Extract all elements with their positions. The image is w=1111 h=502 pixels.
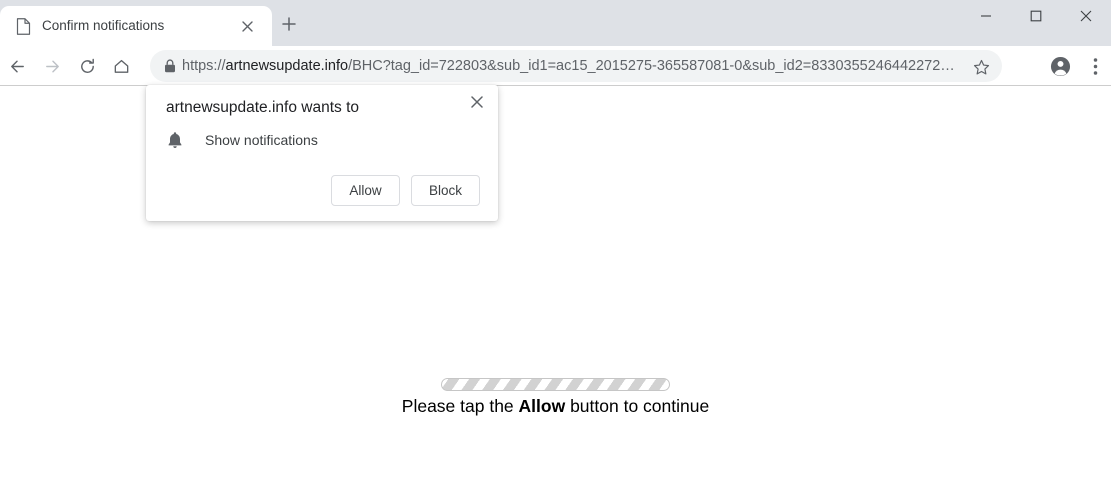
three-dots-icon — [1093, 57, 1097, 75]
permission-row: Show notifications — [166, 130, 318, 150]
window-controls — [961, 0, 1111, 32]
browser-tab[interactable]: Confirm notifications — [0, 6, 272, 46]
reload-button[interactable] — [73, 52, 101, 80]
bookmark-star-icon[interactable] — [970, 56, 992, 78]
lock-icon[interactable] — [162, 58, 178, 74]
url-text: https://artnewsupdate.info/BHC?tag_id=72… — [182, 50, 955, 82]
profile-button[interactable] — [1046, 52, 1074, 80]
close-icon — [1080, 10, 1092, 22]
chrome-menu-button[interactable] — [1082, 52, 1108, 80]
forward-button — [38, 52, 66, 80]
instruction-emphasis: Allow — [518, 396, 566, 416]
maximize-icon — [1030, 10, 1042, 22]
avatar-icon — [1050, 56, 1070, 76]
page-icon — [16, 18, 31, 35]
url-path: /BHC?tag_id=722803&sub_id1=ac15_2015275-… — [348, 58, 955, 74]
browser-toolbar: https://artnewsupdate.info/BHC?tag_id=72… — [0, 46, 1111, 86]
tab-title: Confirm notifications — [42, 18, 165, 33]
home-icon — [114, 59, 128, 73]
bell-icon — [166, 130, 184, 150]
minimize-icon — [981, 15, 991, 17]
instruction-suffix: button to continue — [565, 396, 710, 416]
back-button[interactable] — [3, 52, 31, 80]
dialog-title: artnewsupdate.info wants to — [166, 99, 360, 116]
url-scheme: https:// — [182, 58, 226, 74]
address-bar[interactable]: https://artnewsupdate.info/BHC?tag_id=72… — [150, 50, 1002, 82]
minimize-button[interactable] — [961, 0, 1011, 32]
home-button[interactable] — [107, 52, 135, 80]
close-dialog-icon[interactable] — [464, 89, 490, 115]
dialog-actions: Allow Block — [331, 175, 480, 206]
notification-permission-dialog: artnewsupdate.info wants to Show notific… — [146, 85, 498, 221]
reload-icon — [80, 58, 94, 73]
block-button[interactable]: Block — [411, 175, 480, 206]
instruction-prefix: Please tap the — [401, 396, 519, 416]
permission-label: Show notifications — [205, 132, 318, 148]
maximize-button[interactable] — [1011, 0, 1061, 32]
loading-progress-bar — [441, 378, 670, 391]
instruction-text: Please tap the Allow button to continue — [0, 396, 1111, 417]
plus-icon — [282, 17, 296, 31]
arrow-left-icon — [10, 60, 24, 72]
allow-button[interactable]: Allow — [331, 175, 400, 206]
url-domain: artnewsupdate.info — [225, 58, 349, 74]
close-window-button[interactable] — [1061, 0, 1111, 32]
tab-strip: Confirm notifications — [0, 0, 1111, 46]
close-icon[interactable] — [238, 17, 257, 36]
new-tab-button[interactable] — [278, 13, 300, 35]
arrow-right-icon — [45, 60, 59, 72]
